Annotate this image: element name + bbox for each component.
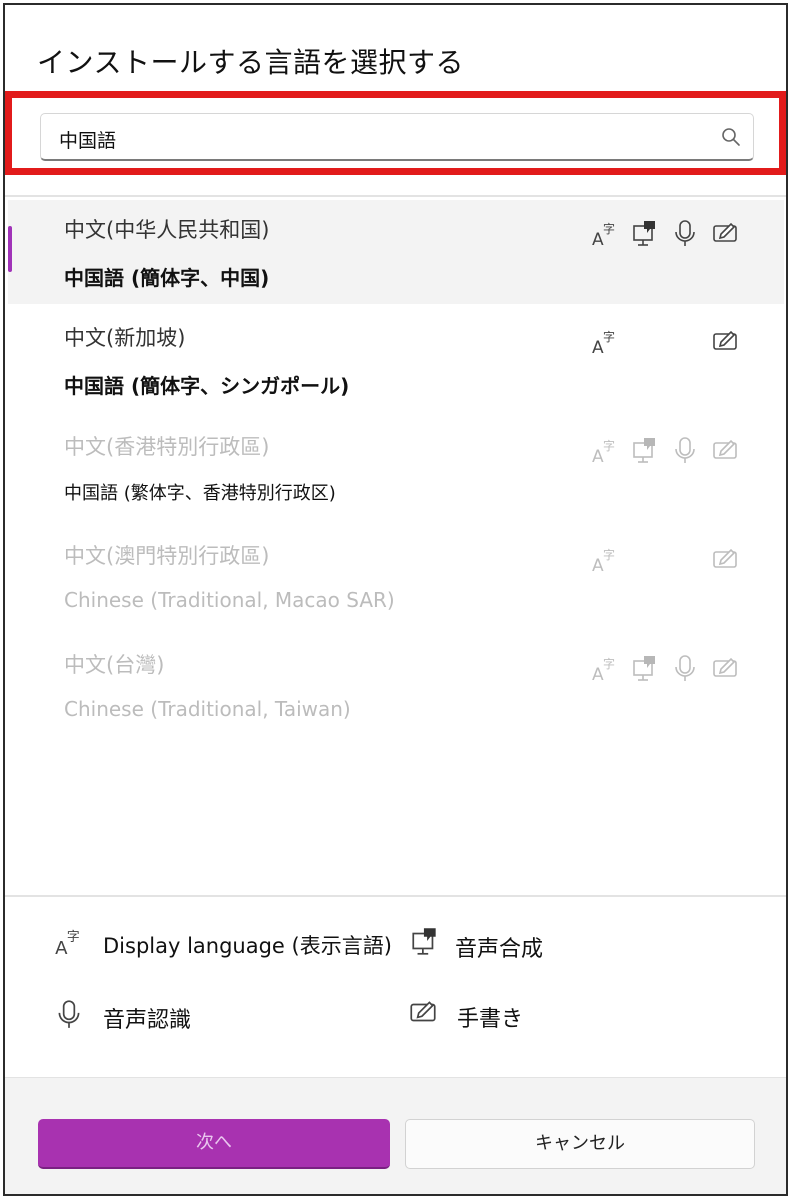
dialog-title: インストールする言語を選択する [37, 46, 464, 79]
legend-handwriting-label: 手書き [457, 1007, 524, 1032]
selection-indicator [8, 226, 12, 272]
search-input[interactable]: 中国語 [40, 113, 754, 161]
language-item-zh-hk: 中文(香港特別行政區) 中国語 (繁体字、香港特別行政区) A字 [8, 417, 784, 521]
handwriting-icon [712, 326, 738, 356]
display-language-icon: A字 [592, 435, 618, 467]
cancel-button[interactable]: キャンセル [405, 1119, 755, 1169]
legend-display-language-label: Display language (表示言語) [103, 934, 392, 958]
language-localized-name: 中国語 (簡体字、中国) [64, 266, 270, 290]
text-to-speech-icon [632, 435, 658, 465]
text-to-speech-icon [412, 928, 436, 955]
handwriting-icon [410, 1001, 436, 1022]
language-localized-name: Chinese (Traditional, Macao SAR) [64, 588, 395, 612]
display-language-icon: A字 [55, 930, 80, 957]
language-localized-name: 中国語 (簡体字、シンガポール) [64, 374, 350, 398]
text-to-speech-icon [632, 653, 658, 683]
language-item-zh-cn[interactable]: 中文(中华人民共和国) 中国語 (簡体字、中国) A字 [8, 200, 784, 304]
svg-text:字: 字 [67, 930, 80, 945]
legend-speech-recognition-label: 音声認識 [103, 1008, 192, 1033]
language-native-name: 中文(新加坡) [64, 326, 186, 350]
svg-text:字: 字 [603, 438, 615, 453]
language-native-name: 中文(香港特別行政區) [64, 435, 270, 459]
display-language-icon: A字 [592, 326, 618, 358]
divider [5, 195, 786, 197]
svg-text:字: 字 [603, 221, 615, 236]
svg-text:字: 字 [603, 329, 615, 344]
speech-recognition-icon [672, 218, 698, 248]
display-language-icon: A字 [592, 544, 618, 576]
handwriting-icon [712, 653, 738, 683]
display-language-icon: A字 [592, 218, 618, 250]
language-native-name: 中文(中华人民共和国) [64, 218, 270, 242]
legend-text-to-speech-label: 音声合成 [455, 937, 544, 962]
text-to-speech-icon [632, 218, 658, 248]
speech-recognition-icon [58, 1000, 80, 1028]
search-icon[interactable] [721, 127, 741, 147]
dialog-footer: 次へ キャンセル [5, 1077, 786, 1194]
handwriting-icon [712, 435, 738, 465]
handwriting-icon [712, 544, 738, 574]
svg-text:字: 字 [603, 547, 615, 562]
language-item-zh-tw: 中文(台灣) Chinese (Traditional, Taiwan) A字 [8, 635, 784, 739]
speech-recognition-icon [672, 435, 698, 465]
language-localized-name: 中国語 (繁体字、香港特別行政区) [64, 483, 336, 504]
speech-recognition-icon [672, 653, 698, 683]
language-native-name: 中文(澳門特別行政區) [64, 544, 270, 568]
language-native-name: 中文(台灣) [64, 653, 165, 677]
svg-text:字: 字 [603, 656, 615, 671]
search-input-value[interactable]: 中国語 [59, 126, 116, 153]
handwriting-icon [712, 218, 738, 248]
next-button[interactable]: 次へ [38, 1119, 390, 1169]
language-item-zh-mo: 中文(澳門特別行政區) Chinese (Traditional, Macao … [8, 526, 784, 630]
language-item-zh-sg[interactable]: 中文(新加坡) 中国語 (簡体字、シンガポール) A字 [8, 308, 784, 412]
display-language-icon: A字 [592, 653, 618, 685]
divider [5, 895, 786, 897]
language-select-dialog: インストールする言語を選択する 中国語 中文(中华人民共和国) 中国語 (簡体字… [3, 3, 788, 1196]
language-localized-name: Chinese (Traditional, Taiwan) [64, 697, 351, 721]
